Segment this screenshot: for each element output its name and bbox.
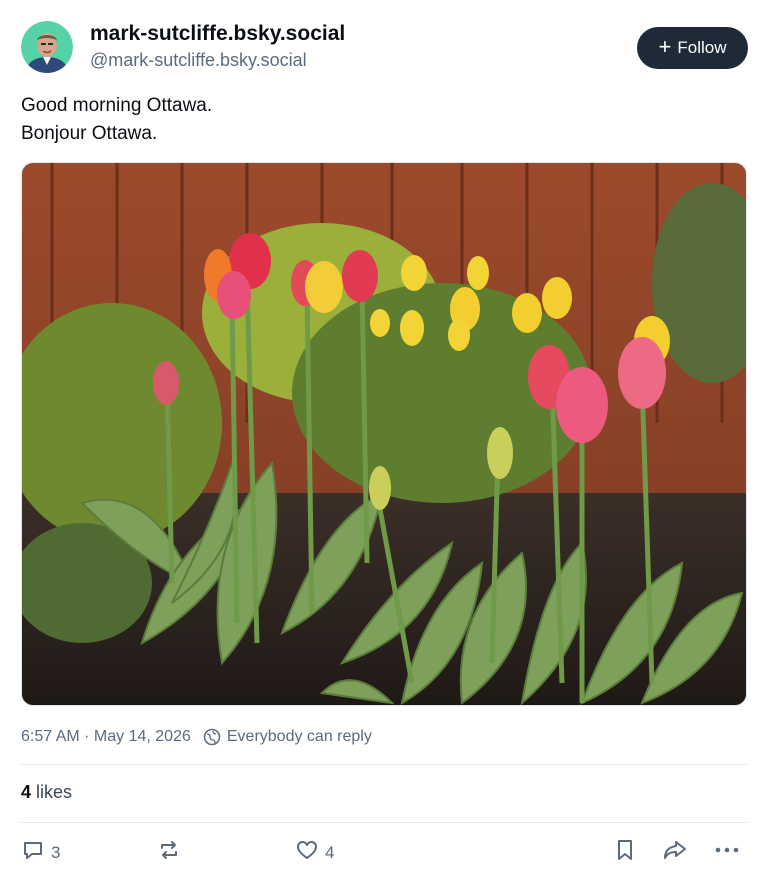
divider: [21, 764, 747, 765]
post-image[interactable]: [21, 162, 747, 706]
like-count: 4: [325, 842, 335, 862]
reply-setting: Everybody can reply: [226, 728, 372, 745]
follow-button-label: Follow: [677, 38, 727, 57]
reply-button[interactable]: 3: [21, 838, 60, 867]
post-text: Good morning Ottawa. Bonjour Ottawa.: [21, 92, 212, 148]
reply-icon: [21, 838, 45, 867]
post-timestamp[interactable]: 6:57 AM · May 14, 2026: [21, 728, 191, 746]
avatar[interactable]: [21, 21, 73, 73]
post-text-line: Good morning Ottawa.: [21, 95, 213, 116]
globe-icon: [203, 728, 221, 746]
heart-icon: [295, 838, 319, 867]
follow-button[interactable]: + Follow: [637, 27, 748, 69]
more-icon: [714, 838, 740, 867]
post-meta: 6:57 AM · May 14, 2026 Everybody can rep…: [21, 728, 372, 746]
author-display-name[interactable]: mark-sutcliffe.bsky.social: [90, 22, 345, 46]
reply-count: 3: [51, 842, 61, 862]
share-button[interactable]: [662, 838, 688, 867]
repost-button[interactable]: [157, 838, 187, 867]
repost-icon: [157, 838, 181, 867]
like-button[interactable]: 4: [295, 838, 334, 867]
divider: [21, 822, 747, 823]
bookmark-icon: [613, 838, 637, 867]
more-options-button[interactable]: [714, 838, 740, 867]
post-text-line: Bonjour Ottawa.: [21, 123, 158, 144]
plus-icon: +: [658, 34, 672, 59]
share-icon: [662, 838, 688, 867]
bookmark-button[interactable]: [613, 838, 637, 867]
author-handle[interactable]: @mark-sutcliffe.bsky.social: [90, 50, 307, 71]
likes-count: 4: [21, 782, 32, 802]
likes-summary[interactable]: 4 likes: [21, 782, 72, 803]
likes-label: likes: [36, 782, 73, 802]
